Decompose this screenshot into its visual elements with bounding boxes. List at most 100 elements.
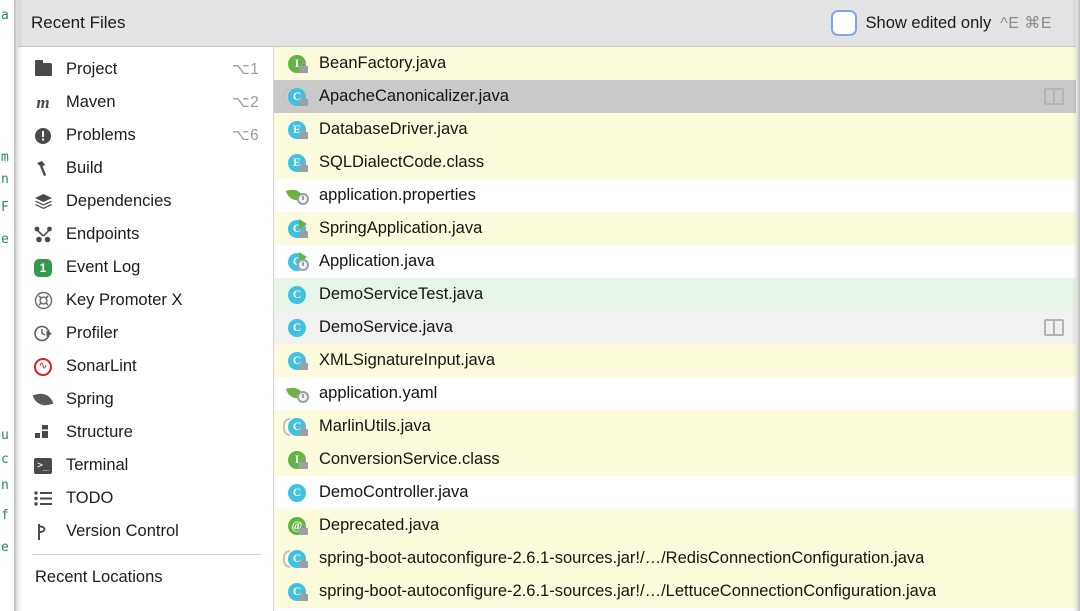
runnable-class-icon: C	[287, 218, 309, 240]
list-item[interactable]: C DemoController.java	[274, 476, 1076, 509]
sidebar-item-shortcut: ⌥2	[231, 94, 259, 111]
file-name: SQLDialectCode.class	[319, 153, 485, 171]
list-item[interactable]: I ConversionService.class	[274, 443, 1076, 476]
hammer-icon	[32, 158, 54, 180]
list-item[interactable]: C Application.java	[274, 245, 1076, 278]
list-item[interactable]: Cspring-boot-autoconfigure-2.6.1-sources…	[274, 542, 1076, 575]
sidebar-item-shortcut: ⌥1	[231, 61, 259, 78]
sidebar-item-label: Endpoints	[66, 225, 140, 243]
background-code-fragment: n	[1, 172, 9, 187]
list-item[interactable]: E DatabaseDriver.java	[274, 113, 1076, 146]
sidebar-item-recent-locations[interactable]: Recent Locations	[18, 561, 273, 594]
list-item[interactable]: I BeanFactory.java	[274, 47, 1076, 80]
file-name: DemoController.java	[319, 483, 469, 501]
list-item[interactable]: @ Deprecated.java	[274, 509, 1076, 542]
page-title: Recent Files	[31, 13, 126, 32]
sidebar-item-endpoints[interactable]: Endpoints	[18, 218, 273, 251]
list-item[interactable]: Cspring-boot-autoconfigure-2.6.1-sources…	[274, 575, 1076, 608]
sidebar-item-event-log[interactable]: 1 Event Log	[18, 251, 273, 284]
background-code-fragment: a	[1, 8, 9, 23]
popup-right-shadow	[1072, 0, 1080, 611]
sidebar-item-structure[interactable]: Structure	[18, 416, 273, 449]
list-item[interactable]: application.yaml	[274, 377, 1076, 410]
folder-icon	[32, 59, 54, 81]
sidebar-item-project[interactable]: Project ⌥1	[18, 53, 273, 86]
sidebar-item-spring[interactable]: Spring	[18, 383, 273, 416]
sidebar-item-label: Dependencies	[66, 192, 172, 210]
split-pane-icon[interactable]	[1044, 88, 1064, 105]
key-promoter-icon	[32, 290, 54, 312]
interface-icon: I	[287, 449, 309, 471]
sidebar-item-label: Build	[66, 159, 103, 177]
recent-files-popup-screen: amnFeucnfe Recent Files Show edited only…	[0, 0, 1080, 611]
recent-files-popup: Recent Files Show edited only ^E ⌘E Proj…	[18, 0, 1076, 611]
list-item[interactable]: C XMLSignatureInput.java	[274, 344, 1076, 377]
class-icon: C	[287, 482, 309, 504]
sidebar-item-terminal[interactable]: >_ Terminal	[18, 449, 273, 482]
file-name: BeanFactory.java	[319, 54, 447, 72]
file-type-badge: C	[288, 285, 306, 304]
list-item[interactable]: C MarlinUtils.java	[274, 410, 1076, 443]
list-item[interactable]: C DemoServiceTest.java	[274, 278, 1076, 311]
sidebar-item-label: Maven	[66, 93, 116, 111]
background-code-fragment: m	[1, 150, 9, 165]
file-name: Application.java	[319, 252, 435, 270]
lock-icon	[299, 424, 308, 436]
file-type-badge: C	[288, 318, 306, 337]
sidebar-item-label: Structure	[66, 423, 133, 441]
sidebar-item-sonarlint[interactable]: ∿ SonarLint	[18, 350, 273, 383]
lock-icon	[299, 589, 308, 601]
background-code-fragment: e	[1, 232, 9, 247]
sidebar-item-label: Recent Locations	[35, 568, 163, 586]
sidebar-item-problems[interactable]: Problems ⌥6	[18, 119, 273, 152]
spring-config-icon	[285, 383, 309, 405]
tool-windows-sidebar: Project ⌥1 m Maven ⌥2 Problems ⌥6 Build Dependen…	[18, 47, 274, 611]
lock-icon	[299, 61, 308, 73]
interface-icon: I	[287, 53, 309, 75]
file-name: application.properties	[319, 186, 476, 204]
sidebar-item-todo[interactable]: TODO	[18, 482, 273, 515]
sidebar-item-profiler[interactable]: Profiler	[18, 317, 273, 350]
class-icon: C	[283, 416, 309, 438]
file-name: DatabaseDriver.java	[319, 120, 468, 138]
sidebar-item-label: Key Promoter X	[66, 291, 183, 309]
sidebar-item-label: Project	[66, 60, 118, 78]
spring-config-icon	[285, 185, 309, 207]
endpoints-icon	[32, 224, 54, 246]
spring-leaf-icon	[32, 389, 54, 411]
enum-icon: E	[287, 119, 309, 141]
file-name: SpringApplication.java	[319, 219, 483, 237]
sidebar-item-build[interactable]: Build	[18, 152, 273, 185]
sidebar-item-key-promoter-x[interactable]: Key Promoter X	[18, 284, 273, 317]
lock-icon	[299, 94, 308, 106]
list-item[interactable]: C ApacheCanonicalizer.java	[274, 80, 1076, 113]
list-item[interactable]: C SpringApplication.java	[274, 212, 1076, 245]
background-code-fragment: n	[1, 478, 9, 493]
class-icon: C	[287, 317, 309, 339]
file-type-badge: C	[288, 483, 306, 502]
list-item[interactable]: C DemoService.java	[274, 311, 1076, 344]
file-name: MarlinUtils.java	[319, 417, 431, 435]
layers-icon	[32, 191, 54, 213]
list-item[interactable]: E SQLDialectCode.class	[274, 146, 1076, 179]
show-edited-only-shortcut: ^E ⌘E	[1000, 15, 1052, 32]
sidebar-divider	[32, 554, 261, 555]
sidebar-item-dependencies[interactable]: Dependencies	[18, 185, 273, 218]
background-code-fragment: f	[1, 508, 9, 523]
sidebar-item-version-control[interactable]: Version Control	[18, 515, 273, 548]
list-item[interactable]: application.properties	[274, 179, 1076, 212]
config-gear-icon	[297, 390, 309, 403]
split-pane-icon[interactable]	[1044, 319, 1064, 336]
background-code-fragment: e	[1, 540, 9, 555]
structure-icon	[32, 422, 54, 444]
lock-icon	[299, 556, 308, 568]
sidebar-item-label: TODO	[66, 489, 114, 507]
recent-files-list[interactable]: I BeanFactory.java C ApacheCanonicalizer.ja…	[274, 47, 1076, 611]
config-gear-icon	[297, 258, 309, 271]
profiler-icon	[32, 323, 54, 345]
class-icon: C	[283, 548, 309, 570]
sidebar-item-label: Version Control	[66, 522, 179, 540]
class-icon: C	[287, 350, 309, 372]
show-edited-only-checkbox[interactable]	[830, 10, 857, 36]
sidebar-item-maven[interactable]: m Maven ⌥2	[18, 86, 273, 119]
